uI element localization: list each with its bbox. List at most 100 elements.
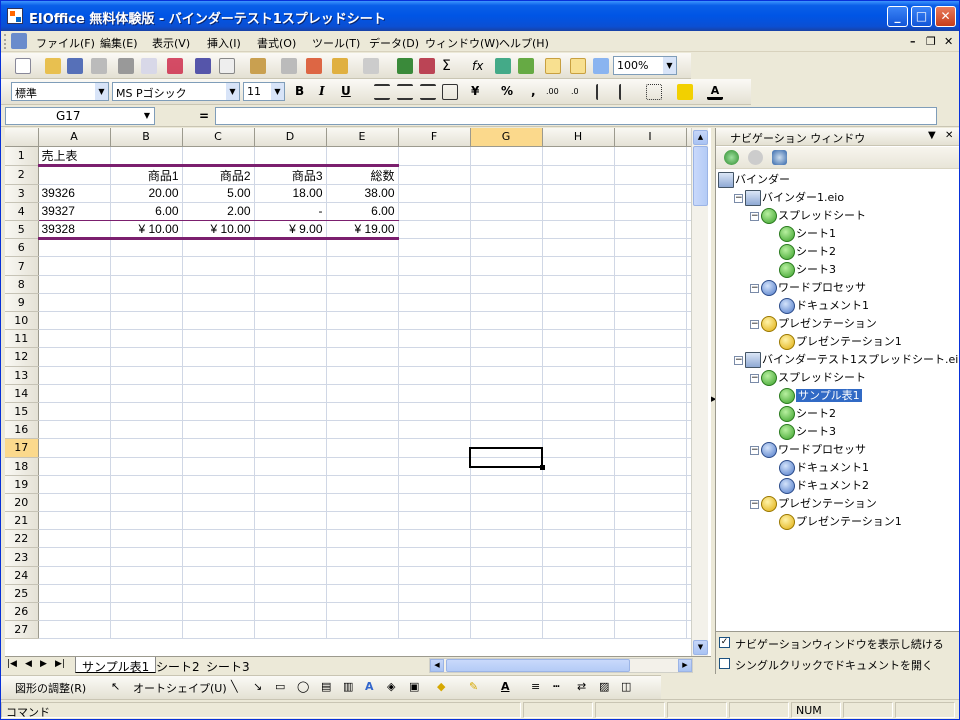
cell[interactable] <box>110 511 183 531</box>
cell[interactable] <box>254 293 327 313</box>
cell[interactable] <box>326 493 399 513</box>
line-color-icon[interactable]: ✎ <box>469 680 478 693</box>
cell[interactable] <box>470 347 543 367</box>
cell[interactable] <box>542 347 615 367</box>
row-header[interactable]: 17 <box>5 438 39 458</box>
cell[interactable] <box>182 275 255 294</box>
cell[interactable] <box>182 438 255 458</box>
cell[interactable] <box>182 366 255 385</box>
back-icon[interactable] <box>724 150 739 165</box>
cell[interactable] <box>182 256 255 276</box>
minimize-button[interactable]: _ <box>887 6 908 27</box>
last-sheet-icon[interactable]: ▶| <box>55 659 65 669</box>
cell[interactable] <box>326 146 399 167</box>
cell[interactable] <box>110 438 183 458</box>
cell[interactable]: ¥ 19.00 <box>326 220 399 241</box>
sheet-tab[interactable]: シート2 <box>150 657 206 674</box>
font-size-select[interactable]: 11 ▼ <box>243 82 285 101</box>
zoom-select[interactable]: 100% ▼ <box>613 56 677 75</box>
tree-item[interactable]: − ワードプロセッサ <box>750 279 866 297</box>
collapse-icon[interactable]: − <box>750 445 759 455</box>
row-header[interactable]: 7 <box>5 256 39 276</box>
cell[interactable] <box>470 511 543 531</box>
cell[interactable] <box>38 311 111 331</box>
column-header[interactable]: E <box>326 128 399 147</box>
column-header[interactable]: G <box>470 128 543 147</box>
cell[interactable] <box>614 366 687 385</box>
cell[interactable] <box>398 420 471 440</box>
cell[interactable] <box>326 347 399 367</box>
sheet-tab[interactable]: シート3 <box>200 657 256 674</box>
cell[interactable] <box>542 511 615 531</box>
column-header[interactable]: F <box>398 128 471 147</box>
cell[interactable] <box>542 293 615 313</box>
collapse-icon[interactable]: − <box>734 355 743 365</box>
fill-color-icon[interactable] <box>677 84 693 100</box>
cell[interactable] <box>110 275 183 294</box>
cell[interactable] <box>254 602 327 622</box>
cell[interactable] <box>542 457 615 476</box>
copy-icon[interactable] <box>219 58 235 74</box>
cell[interactable] <box>182 547 255 567</box>
cell[interactable] <box>254 493 327 513</box>
cell[interactable] <box>110 311 183 331</box>
column-header[interactable]: C <box>182 128 255 147</box>
cell[interactable] <box>542 384 615 403</box>
cell[interactable] <box>470 602 543 622</box>
cell[interactable] <box>110 475 183 494</box>
cell[interactable] <box>398 438 471 458</box>
menu-data[interactable]: データ(D) <box>369 35 419 51</box>
column-header[interactable]: B <box>110 128 183 147</box>
cell[interactable] <box>542 493 615 513</box>
row-header[interactable]: 15 <box>5 402 39 422</box>
new-icon[interactable] <box>15 58 31 74</box>
tree-item[interactable]: シート3 <box>766 261 836 279</box>
cell[interactable] <box>254 547 327 567</box>
cell[interactable] <box>542 220 615 240</box>
cell[interactable] <box>614 457 687 476</box>
row-header[interactable]: 14 <box>5 384 39 403</box>
row-header[interactable]: 5 <box>5 220 39 240</box>
cell[interactable] <box>614 420 687 440</box>
binder-tree[interactable]: バインダー − バインダー1.eio − スプレッドシート シート1 シート2 シート3− ワー… <box>716 171 959 629</box>
cell[interactable] <box>38 475 111 494</box>
row-header[interactable]: 16 <box>5 420 39 440</box>
cell[interactable] <box>38 584 111 604</box>
document-icon[interactable] <box>11 33 27 49</box>
open-icon[interactable] <box>45 58 61 74</box>
paste-icon[interactable] <box>250 58 266 74</box>
cell[interactable] <box>182 311 255 331</box>
align-right-icon[interactable] <box>420 84 436 100</box>
cell[interactable]: 38.00 <box>326 184 399 203</box>
cell[interactable] <box>398 293 471 313</box>
cell[interactable] <box>542 311 615 331</box>
collapse-icon[interactable]: − <box>750 373 759 383</box>
cell[interactable] <box>254 584 327 604</box>
autosum-icon[interactable]: Σ <box>442 58 458 74</box>
merge-center-icon[interactable] <box>442 84 458 100</box>
cell[interactable] <box>110 366 183 385</box>
cell[interactable] <box>254 438 327 458</box>
single-click-checkbox[interactable] <box>719 658 730 669</box>
cell[interactable] <box>182 457 255 476</box>
cell[interactable] <box>110 493 183 513</box>
cell[interactable] <box>398 238 471 258</box>
collapse-icon[interactable]: − <box>750 283 759 293</box>
vertical-scroll-thumb[interactable] <box>693 146 708 206</box>
cell[interactable] <box>614 402 687 422</box>
row-header[interactable]: 20 <box>5 493 39 513</box>
row-header[interactable]: 26 <box>5 602 39 622</box>
menu-window[interactable]: ウィンドウ(W) <box>425 35 499 51</box>
cell[interactable] <box>470 529 543 549</box>
menu-format[interactable]: 書式(O) <box>257 35 296 51</box>
font-select[interactable]: MS Pゴシック ▼ <box>112 82 240 101</box>
cell[interactable] <box>542 438 615 458</box>
cell[interactable] <box>614 275 687 294</box>
up-icon[interactable] <box>772 150 787 165</box>
cell[interactable] <box>470 420 543 440</box>
tree-item[interactable]: − スプレッドシート <box>750 207 866 225</box>
cell[interactable] <box>326 402 399 422</box>
cell[interactable] <box>542 584 615 604</box>
cell[interactable]: ¥ 10.00 <box>110 220 183 241</box>
cell[interactable] <box>38 366 111 385</box>
